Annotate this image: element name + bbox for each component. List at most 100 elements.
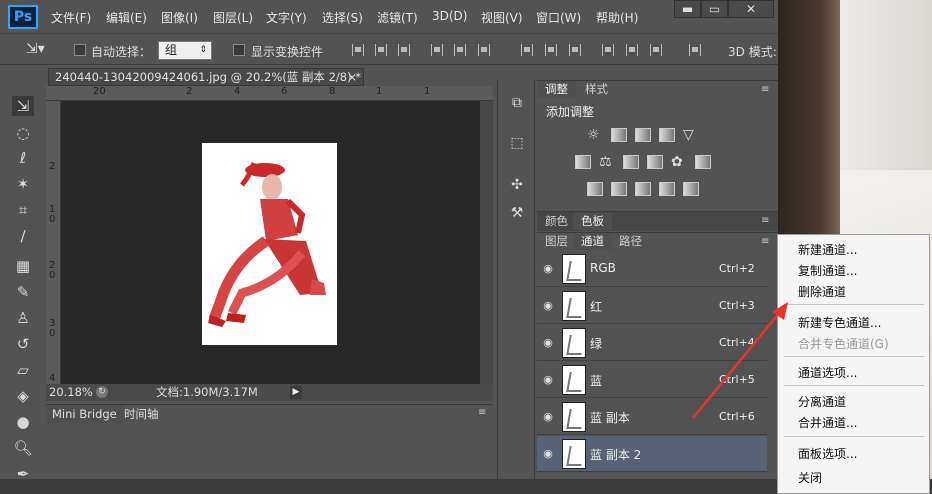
visibility-eye-icon[interactable]: ◉ [541,336,555,350]
eyedropper-icon[interactable]: ∕ [12,226,34,246]
channel-row-green[interactable]: ◉ 绿 Ctrl+4 [537,325,767,361]
menu-item-duplicate-channel[interactable]: 复制通道... [798,262,857,279]
ruler-vertical[interactable]: 2 1 0 2 0 3 0 4 [46,101,61,384]
tab-adjustments[interactable]: 调整 [537,81,576,98]
distribute-right-icon[interactable] [650,44,662,56]
panel-menu-icon[interactable]: ≡ [761,216,775,226]
hue-saturation-icon[interactable] [575,155,591,169]
posterize-icon[interactable] [611,182,627,196]
tool-presets-icon[interactable]: ⚒ [505,202,529,224]
align-vcenter-icon[interactable] [375,44,387,56]
black-white-icon[interactable] [623,155,639,169]
panel-menu-icon[interactable]: ≡ [478,408,492,418]
tab-paths[interactable]: 路径 [611,233,650,250]
menu-type[interactable]: 文字(Y) [266,9,307,26]
menu-3d[interactable]: 3D(D) [432,9,467,23]
status-arrow-icon[interactable]: ▶ [290,386,302,399]
visibility-eye-icon[interactable]: ◉ [541,299,555,313]
panel-menu-icon[interactable]: ≡ [761,85,775,95]
menu-item-close[interactable]: 关闭 [798,469,822,486]
menu-file[interactable]: 文件(F) [51,9,91,26]
menu-item-new-spot-channel[interactable]: 新建专色通道... [798,314,881,331]
history-icon[interactable]: ⧉ [505,92,529,114]
menu-view[interactable]: 视图(V) [481,9,523,26]
document-image[interactable] [202,143,337,345]
gradient-map-icon[interactable] [683,182,699,196]
menu-window[interactable]: 窗口(W) [536,9,581,26]
menu-image[interactable]: 图像(I) [161,9,198,26]
dodge-tool-icon[interactable]: 🔍︎ [12,438,34,458]
lasso-tool-icon[interactable]: ℓ [12,148,34,168]
color-lookup-icon[interactable] [695,155,711,169]
healing-brush-icon[interactable]: ▦ [12,256,34,276]
tab-color[interactable]: 颜色 [537,213,576,230]
curves-icon[interactable] [635,128,651,142]
close-button[interactable]: ✕ [728,0,774,18]
menu-item-merge-channels[interactable]: 合并通道... [798,414,857,431]
visibility-eye-icon[interactable]: ◉ [541,373,555,387]
photo-filter-icon[interactable] [647,155,663,169]
visibility-eye-icon[interactable]: ◉ [541,262,555,276]
channel-row-blue[interactable]: ◉ 蓝 Ctrl+5 [537,362,767,398]
channel-row-rgb[interactable]: ◉ RGB Ctrl+2 [537,251,767,287]
tab-swatches[interactable]: 色板 [573,213,612,230]
distribute-hcenter-icon[interactable] [626,44,638,56]
move-tool-icon[interactable]: ⇲▾ [26,41,45,57]
visibility-eye-icon[interactable]: ◉ [541,410,555,424]
brush-presets-icon[interactable]: ✣ [505,174,529,196]
color-balance-icon[interactable]: ⚖ [599,155,615,169]
menu-select[interactable]: 选择(S) [322,9,363,26]
magic-wand-icon[interactable]: ✶ [12,174,34,194]
crop-tool-icon[interactable]: ⌗ [12,200,34,220]
menu-item-panel-options[interactable]: 面板选项... [798,445,857,462]
distribute-left-icon[interactable] [602,44,614,56]
tab-channels[interactable]: 通道 [573,233,612,250]
menu-layer[interactable]: 图层(L) [213,9,253,26]
tab-styles[interactable]: 样式 [577,81,616,98]
share-icon[interactable]: ↻ [96,386,108,398]
distribute-bottom-icon[interactable] [569,44,581,56]
pen-tool-icon[interactable]: ✒ [12,464,34,479]
exposure-icon[interactable] [659,128,675,142]
vertical-scrollbar[interactable] [480,101,493,384]
menu-item-delete-channel[interactable]: 删除通道 [798,283,846,300]
channel-mixer-icon[interactable]: ✿ [671,155,687,169]
brightness-icon[interactable]: ☼ [587,128,603,142]
marquee-tool-icon[interactable]: ◌ [12,123,34,143]
zoom-level[interactable]: 20.18% [49,384,93,401]
align-hcenter-icon[interactable] [454,44,466,56]
distribute-top-icon[interactable] [521,44,533,56]
align-top-icon[interactable] [352,44,364,56]
move-tool-icon[interactable]: ⇲ [12,96,34,116]
levels-icon[interactable] [611,128,627,142]
tab-timeline[interactable]: 时间轴 [118,405,165,423]
menu-filter[interactable]: 滤镜(T) [377,9,418,26]
close-tab-icon[interactable]: × [347,69,357,85]
align-bottom-icon[interactable] [398,44,410,56]
document-tab[interactable]: 240440-13042009424061.jpg @ 20.2%(蓝 副本 2… [48,68,364,86]
threshold-icon[interactable] [635,182,651,196]
eraser-icon[interactable]: ▱ [12,360,34,380]
panel-menu-icon[interactable]: ≡ [761,237,775,247]
distribute-vcenter-icon[interactable] [545,44,557,56]
brush-tool-icon[interactable]: ✎ [12,282,34,302]
auto-align-icon[interactable] [689,44,701,56]
maximize-button[interactable]: ▭ [701,0,728,18]
channel-row-blue-copy-2[interactable]: ◉ 蓝 副本 2 [537,436,767,472]
tab-mini-bridge[interactable]: Mini Bridge [46,405,123,423]
vibrance-icon[interactable]: ▽ [683,128,699,142]
tab-layers[interactable]: 图层 [537,233,576,250]
menu-item-new-channel[interactable]: 新建通道... [798,241,857,258]
show-transform-checkbox[interactable] [233,44,245,56]
align-right-icon[interactable] [478,44,490,56]
channel-row-red[interactable]: ◉ 红 Ctrl+3 [537,288,767,324]
menu-help[interactable]: 帮助(H) [596,9,638,26]
minimize-button[interactable]: ▬ [674,0,701,18]
history-brush-icon[interactable]: ↺ [12,334,34,354]
paint-bucket-icon[interactable]: ◈ [12,386,34,406]
ruler-horizontal[interactable]: 20 2 4 6 8 1 1 [46,86,493,101]
3d-icon[interactable]: ⬚ [505,132,529,154]
clone-stamp-icon[interactable]: ♙ [12,308,34,328]
menu-item-split-channels[interactable]: 分离通道 [798,393,846,410]
invert-icon[interactable] [587,182,603,196]
